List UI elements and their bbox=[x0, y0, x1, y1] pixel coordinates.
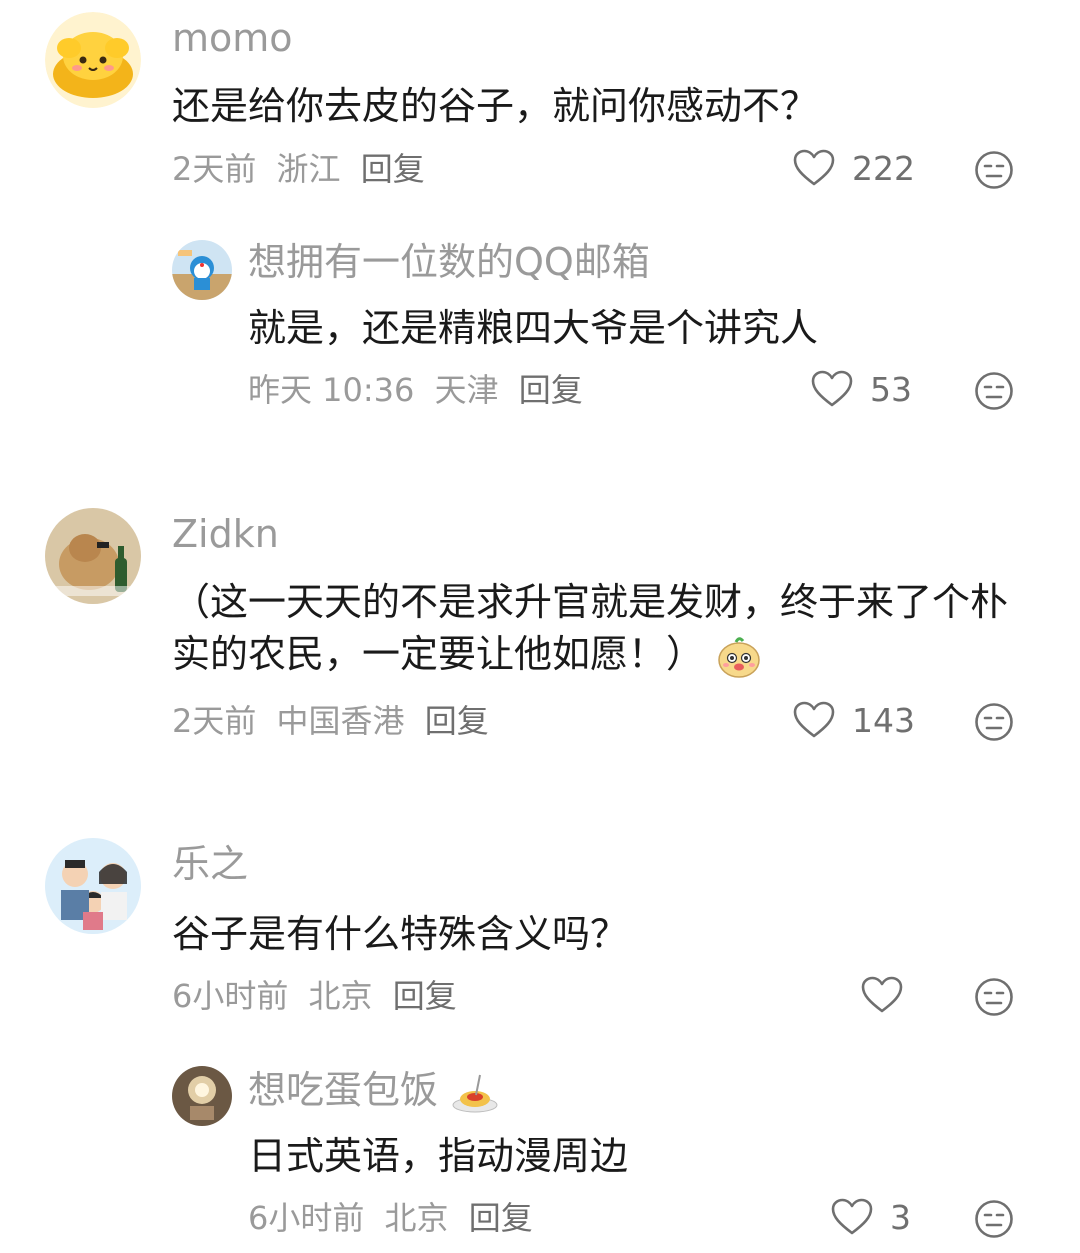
heart-outline-icon bbox=[861, 976, 903, 1013]
username[interactable]: Zidkn bbox=[172, 510, 279, 558]
comment-location: 北京 bbox=[384, 1199, 449, 1237]
comment-time: 6小时前 bbox=[172, 977, 289, 1015]
heart-outline-icon bbox=[793, 149, 835, 186]
reply-button[interactable]: 回复 bbox=[425, 702, 489, 740]
like-button[interactable]: 143 bbox=[792, 700, 915, 740]
comment-text: 还是给你去皮的谷子，就问你感动不？ bbox=[172, 84, 819, 128]
comment-location: 浙江 bbox=[276, 150, 341, 188]
comment-time: 6小时前 bbox=[248, 1199, 365, 1237]
lamp-photo-avatar-icon bbox=[172, 1066, 232, 1126]
spaghetti-emoji-icon bbox=[452, 1074, 498, 1112]
comment-time: 2天前 bbox=[172, 150, 257, 188]
cute-face-emoji-icon bbox=[718, 636, 760, 678]
username[interactable]: 想拥有一位数的QQ邮箱 bbox=[248, 238, 650, 286]
comment-meta: 6小时前 北京 回复 bbox=[172, 975, 467, 1017]
comment-time: 昨天 10:36 bbox=[248, 371, 415, 409]
like-count: 53 bbox=[870, 369, 912, 409]
username[interactable]: momo bbox=[172, 14, 293, 62]
avatar[interactable] bbox=[45, 508, 141, 604]
gold-ingot-avatar-icon bbox=[45, 12, 141, 108]
comment-text: 谷子是有什么特殊含义吗？ bbox=[172, 912, 629, 956]
reply-button[interactable]: 回复 bbox=[393, 977, 457, 1015]
username-text: 想吃蛋包饭 bbox=[248, 1068, 439, 1112]
like-button[interactable]: 53 bbox=[810, 369, 912, 409]
username[interactable]: 想吃蛋包饭 bbox=[248, 1066, 500, 1115]
heart-outline-icon bbox=[793, 701, 835, 738]
comment-location: 天津 bbox=[434, 371, 499, 409]
avatar[interactable] bbox=[172, 240, 232, 300]
avatar[interactable] bbox=[172, 1066, 232, 1126]
comment-location: 中国香港 bbox=[276, 702, 405, 740]
comment-meta: 6小时前 北京 回复 bbox=[248, 1197, 543, 1239]
family-avatar-icon bbox=[45, 838, 141, 934]
comment-time: 2天前 bbox=[172, 702, 257, 740]
heart-outline-icon bbox=[811, 370, 853, 407]
comment-location: 北京 bbox=[308, 977, 373, 1015]
reply-button[interactable]: 回复 bbox=[519, 371, 583, 409]
like-button[interactable]: 3 bbox=[830, 1197, 911, 1237]
like-count: 222 bbox=[852, 148, 915, 188]
doraemon-avatar-icon bbox=[172, 240, 232, 300]
meh-face-icon[interactable] bbox=[974, 150, 1014, 190]
comment-meta: 2天前 浙江 回复 bbox=[172, 148, 435, 190]
comment-text: （这一天天的不是求升官就是发财，终于来了个朴实的农民，一定要让他如愿！） bbox=[172, 576, 1022, 680]
reply-button[interactable]: 回复 bbox=[469, 1199, 533, 1237]
meh-face-icon[interactable] bbox=[974, 702, 1014, 742]
like-button[interactable] bbox=[860, 975, 920, 1015]
comment-text-content: （这一天天的不是求升官就是发财，终于来了个朴实的农民，一定要让他如愿！） bbox=[172, 580, 1009, 676]
username[interactable]: 乐之 bbox=[172, 840, 248, 888]
meh-face-icon[interactable] bbox=[974, 371, 1014, 411]
comment-meta: 2天前 中国香港 回复 bbox=[172, 700, 499, 742]
meh-face-icon[interactable] bbox=[974, 977, 1014, 1017]
cat-with-bottle-avatar-icon bbox=[45, 508, 141, 604]
like-count: 3 bbox=[890, 1197, 911, 1237]
comment-text: 日式英语，指动漫周边 bbox=[248, 1134, 629, 1178]
comment-meta: 昨天 10:36 天津 回复 bbox=[248, 369, 593, 411]
comment-text: 就是，还是精粮四大爷是个讲究人 bbox=[248, 306, 819, 350]
avatar[interactable] bbox=[45, 838, 141, 934]
meh-face-icon[interactable] bbox=[974, 1199, 1014, 1239]
like-count: 143 bbox=[852, 700, 915, 740]
reply-button[interactable]: 回复 bbox=[361, 150, 425, 188]
like-button[interactable]: 222 bbox=[792, 148, 915, 188]
avatar[interactable] bbox=[45, 12, 141, 108]
heart-outline-icon bbox=[831, 1198, 873, 1235]
